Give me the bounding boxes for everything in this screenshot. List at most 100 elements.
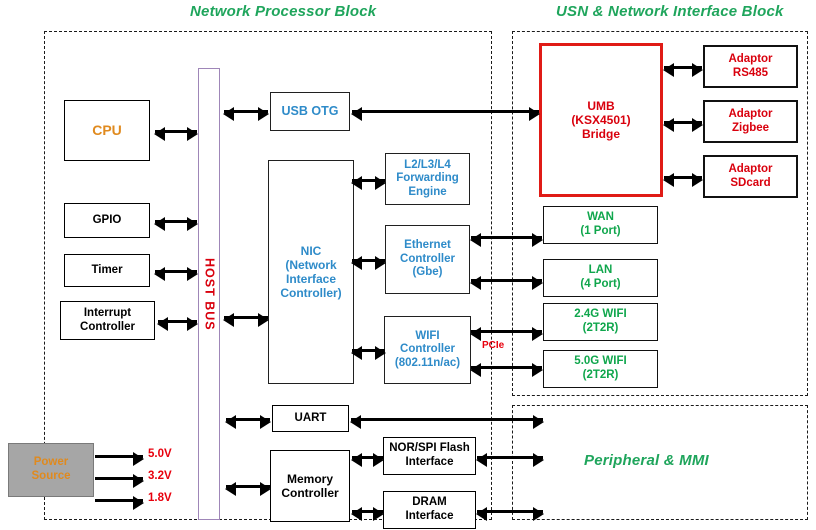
arrowhead-right-icon — [187, 266, 198, 281]
arrowhead-left-icon — [351, 106, 362, 121]
arrowhead-right-icon — [532, 326, 543, 341]
arrowhead-left-icon — [351, 506, 362, 521]
arrowhead-left-icon — [225, 414, 236, 429]
arrow-dram-peripheral — [476, 506, 544, 521]
arrowhead-left-icon — [470, 362, 481, 377]
arrowhead-left-icon — [154, 216, 165, 231]
arrow-hostbus-memory-controller — [225, 481, 271, 496]
host-bus[interactable]: HOST BUS — [198, 68, 220, 520]
arrowhead-left-icon — [470, 326, 481, 341]
arrowhead-right-icon — [373, 452, 384, 467]
arrow-memory-controller-dram — [351, 506, 384, 521]
arrowhead-left-icon — [154, 266, 165, 281]
arrow-wifi-controller-50g — [470, 362, 543, 377]
arrowhead-right-icon — [373, 506, 384, 521]
arrowhead-left-icon — [351, 255, 362, 270]
arrowhead-left-icon — [351, 175, 362, 190]
arrowhead-right-icon — [133, 451, 144, 466]
arrow-umb-adaptor-sdcard — [663, 172, 703, 187]
arrow-wifi-controller-24g — [470, 326, 543, 341]
arrowhead-left-icon — [470, 232, 481, 247]
arrow-hostbus-uart — [225, 414, 271, 429]
arrowhead-left-icon — [476, 506, 487, 521]
arrowhead-right-icon — [260, 481, 271, 496]
forwarding-engine-block[interactable]: L2/L3/L4 Forwarding Engine — [385, 153, 470, 205]
arrow-power-rail-0 — [95, 451, 144, 466]
arrowhead-right-icon — [532, 362, 543, 377]
dram-interface-block[interactable]: DRAM Interface — [383, 491, 476, 529]
arrowhead-right-icon — [692, 117, 703, 132]
arrowhead-left-icon — [476, 452, 487, 467]
arrowhead-right-icon — [187, 216, 198, 231]
arrow-cpu-hostbus — [154, 126, 198, 141]
arrow-umb-adaptor-rs485 — [663, 62, 703, 77]
arrow-gpio-hostbus — [154, 216, 198, 231]
uart-block[interactable]: UART — [272, 405, 349, 432]
arrowhead-right-icon — [532, 232, 543, 247]
arrowhead-right-icon — [133, 495, 144, 510]
lan-block[interactable]: LAN (4 Port) — [543, 259, 658, 297]
umb-bridge-block[interactable]: UMB (KSX4501) Bridge — [539, 43, 663, 197]
power-rail-label-2: 1.8V — [148, 492, 172, 504]
arrowhead-left-icon — [154, 126, 165, 141]
usn-network-interface-block-title: USN & Network Interface Block — [556, 3, 784, 20]
arrowhead-right-icon — [258, 312, 269, 327]
adaptor-sdcard-block[interactable]: Adaptor SDcard — [703, 155, 798, 198]
arrow-timer-hostbus — [154, 266, 198, 281]
nic-block[interactable]: NIC (Network Interface Controller) — [268, 160, 354, 384]
arrowhead-left-icon — [663, 172, 674, 187]
arrowhead-right-icon — [260, 414, 271, 429]
arrow-nic-forwarding-engine — [351, 175, 386, 190]
pcie-bus-label: PCIe — [482, 340, 505, 351]
host-bus-label: HOST BUS — [202, 257, 217, 331]
arrow-hostbus-nic — [223, 312, 269, 327]
arrowhead-left-icon — [351, 345, 362, 360]
arrowhead-right-icon — [533, 506, 544, 521]
arrowhead-left-icon — [663, 117, 674, 132]
interrupt-controller-block[interactable]: Interrupt Controller — [60, 301, 155, 340]
arrowhead-right-icon — [187, 126, 198, 141]
arrow-ethernet-lan — [470, 275, 543, 290]
gpio-block[interactable]: GPIO — [64, 203, 150, 238]
arrow-nic-wifi-controller — [351, 345, 386, 360]
power-source-block[interactable]: Power Source — [8, 443, 94, 497]
arrow-ethernet-wan — [470, 232, 543, 247]
arrow-memory-controller-flash — [351, 452, 384, 467]
arrowhead-left-icon — [663, 62, 674, 77]
nor-spi-flash-interface-block[interactable]: NOR/SPI Flash Interface — [383, 437, 476, 475]
arrowhead-left-icon — [223, 312, 234, 327]
arrowhead-left-icon — [157, 316, 168, 331]
wifi-controller-block[interactable]: WIFI Controller (802.11n/ac) — [384, 316, 471, 384]
arrowhead-right-icon — [533, 414, 544, 429]
arrowhead-right-icon — [532, 275, 543, 290]
arrowhead-right-icon — [187, 316, 198, 331]
arrowhead-left-icon — [470, 275, 481, 290]
wifi-24g-block[interactable]: 2.4G WIFI (2T2R) — [543, 303, 658, 341]
memory-controller-block[interactable]: Memory Controller — [270, 450, 350, 522]
adaptor-zigbee-block[interactable]: Adaptor Zigbee — [703, 100, 798, 143]
arrowhead-left-icon — [223, 106, 234, 121]
power-rail-label-0: 5.0V — [148, 448, 172, 460]
arrow-interrupt-hostbus — [157, 316, 198, 331]
arrow-usb-otg-umb-bridge — [351, 106, 540, 121]
usb-otg-block[interactable]: USB OTG — [270, 92, 350, 131]
arrowhead-left-icon — [225, 481, 236, 496]
cpu-block[interactable]: CPU — [64, 100, 150, 161]
arrowhead-right-icon — [375, 255, 386, 270]
wifi-50g-block[interactable]: 5.0G WIFI (2T2R) — [543, 350, 658, 388]
ethernet-controller-block[interactable]: Ethernet Controller (Gbe) — [385, 225, 470, 294]
adaptor-rs485-block[interactable]: Adaptor RS485 — [703, 45, 798, 88]
arrow-uart-peripheral — [350, 414, 544, 429]
wan-block[interactable]: WAN (1 Port) — [543, 206, 658, 244]
arrow-hostbus-usb-otg — [223, 106, 269, 121]
arrowhead-right-icon — [529, 106, 540, 121]
peripheral-mmi-title: Peripheral & MMI — [584, 452, 709, 469]
network-processor-block-title: Network Processor Block — [190, 3, 377, 20]
arrow-power-rail-1 — [95, 473, 144, 488]
arrowhead-right-icon — [692, 172, 703, 187]
arrowhead-left-icon — [351, 452, 362, 467]
diagram-canvas: Network Processor Block USN & Network In… — [0, 0, 816, 530]
timer-block[interactable]: Timer — [64, 254, 150, 287]
arrow-nic-ethernet-controller — [351, 255, 386, 270]
arrow-power-rail-2 — [95, 495, 144, 510]
